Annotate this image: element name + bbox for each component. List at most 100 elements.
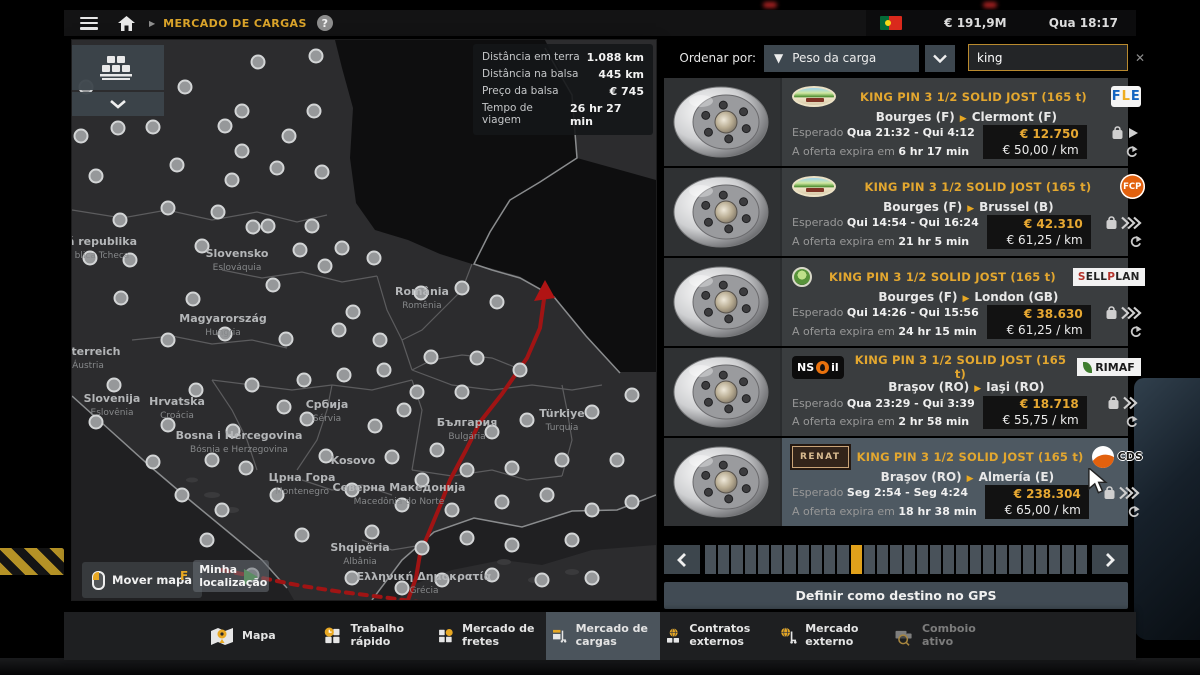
cargo-listing[interactable]: KING PIN 3 1/2 SOLID JOST (165 t)SELLPLA… — [664, 258, 1128, 346]
tab-external-market[interactable]: Mercado externo — [774, 612, 888, 660]
trailer-filter-expand-button[interactable] — [72, 92, 164, 116]
scroll-right-button[interactable] — [1092, 545, 1128, 574]
cargo-image-box — [664, 258, 782, 346]
scrollbar-segment[interactable] — [1023, 545, 1034, 574]
scrollbar-segment[interactable] — [811, 545, 822, 574]
route-info-label: Tempo de viagem — [482, 102, 570, 128]
city-marker — [425, 351, 438, 364]
city-marker — [626, 496, 639, 509]
map-panel[interactable]: á republikablica TchecaSlovenskoEslováqu… — [72, 40, 656, 600]
city-marker — [586, 572, 599, 585]
scrollbar-segment[interactable] — [824, 545, 835, 574]
clear-search-icon[interactable] — [1135, 51, 1145, 65]
city-marker — [486, 426, 499, 439]
offer-expiry: A oferta expira em 21 hr 5 min — [792, 235, 979, 248]
scrollbar-segment[interactable] — [705, 545, 716, 574]
set-gps-destination-button[interactable]: Definir como destino no GPS — [664, 582, 1128, 609]
city-marker — [338, 369, 351, 382]
scrollbar-segment[interactable] — [771, 545, 782, 574]
scrollbar-segment[interactable] — [904, 545, 915, 574]
scrollbar-segment[interactable] — [930, 545, 941, 574]
scrollbar-segment[interactable] — [1036, 545, 1047, 574]
scrollbar-segment[interactable] — [890, 545, 901, 574]
city-marker — [84, 252, 97, 265]
scrollbar-segment[interactable] — [784, 545, 795, 574]
price-box: € 18.718€ 55,75 / km — [983, 396, 1087, 429]
trailer-cargo-icon — [98, 54, 138, 82]
cargo-title: KING PIN 3 1/2 SOLID JOST (165 t) — [852, 353, 1070, 381]
sort-dropdown[interactable]: Peso da carga — [764, 45, 919, 72]
scrollbar-segment[interactable] — [956, 545, 967, 574]
scrollbar-segment[interactable] — [943, 545, 954, 574]
scroll-left-button[interactable] — [664, 545, 700, 574]
home-button[interactable] — [118, 16, 135, 31]
cargo-listing[interactable]: RENATKING PIN 3 1/2 SOLID JOST (165 t)CD… — [664, 438, 1128, 526]
sort-expand-button[interactable] — [925, 45, 955, 72]
scrollbar-segment[interactable] — [1049, 545, 1060, 574]
cargo-price: € 18.718 — [1020, 397, 1079, 411]
scrollbar-segment[interactable] — [996, 545, 1007, 574]
city-marker — [521, 414, 534, 427]
speed-arrows-icon — [1127, 126, 1139, 140]
scrollbar-segment[interactable] — [983, 545, 994, 574]
cargo-listing[interactable]: NSilKING PIN 3 1/2 SOLID JOST (165 t)RIM… — [664, 348, 1128, 436]
freight-market-icon — [437, 623, 455, 649]
scrollbar-segment[interactable] — [798, 545, 809, 574]
chevron-right-icon — [1104, 552, 1116, 568]
price-box: € 238.304€ 65,00 / km — [985, 485, 1089, 519]
cargo-route: Bourges (F)Brussel (B) — [792, 200, 1145, 216]
cargo-listing[interactable]: KING PIN 3 1/2 SOLID JOST (165 t)FLEBour… — [664, 78, 1128, 166]
city-marker — [611, 454, 624, 467]
route-to: Clermont (F) — [972, 110, 1057, 124]
scrollbar-segment[interactable] — [718, 545, 729, 574]
cargo-price: € 12.750 — [1020, 127, 1079, 141]
my-location-button[interactable]: F Minha localização — [180, 560, 269, 592]
scrollbar-segment[interactable] — [1009, 545, 1020, 574]
scrollbar-segment[interactable] — [1062, 545, 1073, 574]
city-marker — [162, 202, 175, 215]
scrollbar-segment[interactable] — [864, 545, 875, 574]
return-trip-icon — [1128, 325, 1143, 339]
city-marker — [626, 389, 639, 402]
speed-arrows-icon — [1123, 396, 1139, 410]
scrollbar-segment[interactable] — [758, 545, 769, 574]
city-marker — [471, 352, 484, 365]
scrollbar-segment[interactable] — [851, 545, 862, 574]
expected-time: Esperado Qui 14:54 - Qui 16:24 — [792, 216, 979, 229]
speed-arrows-icon — [1121, 216, 1143, 230]
weight-icon — [1105, 216, 1118, 230]
cargo-listing[interactable]: KING PIN 3 1/2 SOLID JOST (165 t)FCPBour… — [664, 168, 1128, 256]
trailer-filter-button[interactable] — [72, 45, 164, 90]
weight-icon — [1111, 126, 1124, 140]
cargo-image-box — [664, 168, 782, 256]
city-marker — [541, 489, 554, 502]
city-marker — [366, 526, 379, 539]
city-marker — [506, 462, 519, 475]
scrollbar-segment[interactable] — [731, 545, 742, 574]
tab-label: Mercado de cargas — [576, 623, 655, 649]
tab-freight-market[interactable]: Mercado de fretes — [432, 612, 546, 660]
scrollbar-segment[interactable] — [877, 545, 888, 574]
city-marker — [536, 574, 549, 587]
tab-map[interactable]: Mapa — [204, 612, 318, 660]
help-button[interactable]: ? — [317, 15, 333, 31]
scrollbar-segment[interactable] — [837, 545, 848, 574]
city-marker — [396, 582, 409, 595]
city-marker — [176, 489, 189, 502]
top-bar: MERCADO DE CARGAS ? € 191,9M Qua 18:17 — [64, 10, 1136, 36]
city-marker — [252, 56, 265, 69]
menu-icon[interactable] — [80, 17, 98, 30]
city-marker — [162, 419, 175, 432]
tab-external-contracts[interactable]: Contratos externos — [660, 612, 774, 660]
scrollbar-segment[interactable] — [745, 545, 756, 574]
search-input[interactable] — [969, 51, 1135, 65]
tab-quick-job[interactable]: Trabalho rápido — [318, 612, 432, 660]
scrollbar-segment[interactable] — [917, 545, 928, 574]
city-marker — [240, 462, 253, 475]
route-info-value: 445 km — [598, 68, 644, 81]
scrollbar-segment[interactable] — [1076, 545, 1087, 574]
city-marker — [386, 451, 399, 464]
weight-icon — [1107, 396, 1120, 410]
tab-cargo-market[interactable]: Mercado de cargas — [546, 612, 660, 660]
scrollbar-segment[interactable] — [970, 545, 981, 574]
